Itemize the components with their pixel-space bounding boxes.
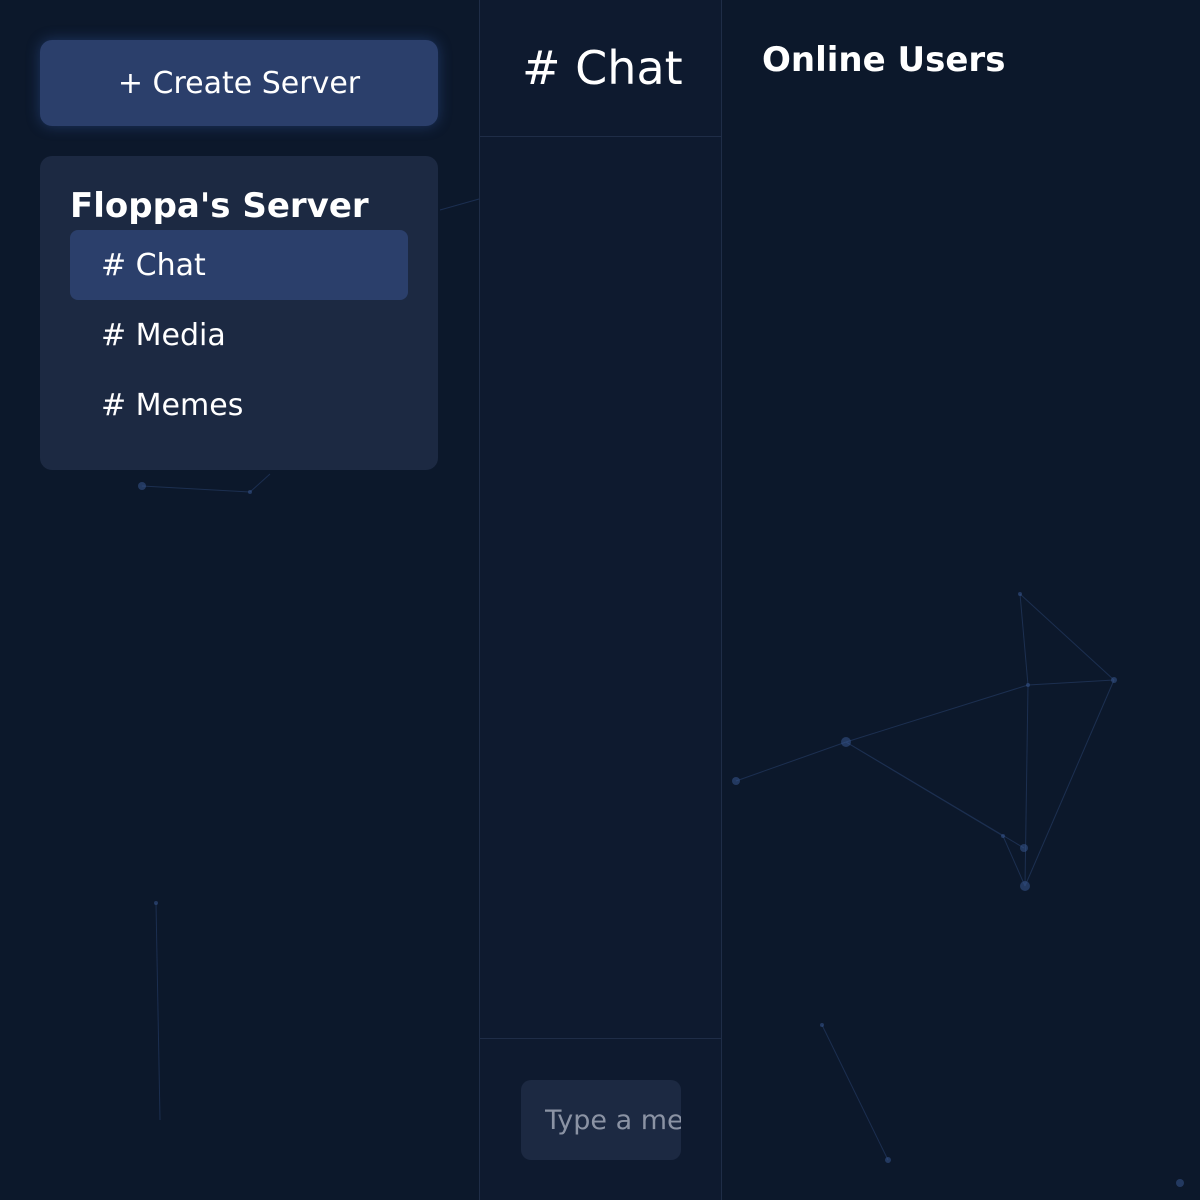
chat-channel-title: # Chat <box>480 0 721 137</box>
create-server-button[interactable]: + Create Server <box>40 40 438 126</box>
message-composer <box>480 1040 721 1200</box>
message-list[interactable] <box>480 138 721 1039</box>
channel-item-media[interactable]: # Media <box>70 300 408 370</box>
chat-panel: # Chat <box>479 0 722 1200</box>
message-input[interactable] <box>521 1080 681 1160</box>
server-name: Floppa's Server <box>70 186 369 226</box>
server-sidebar: + Create Server Floppa's Server # Chat #… <box>0 0 479 1200</box>
app-window: + Create Server Floppa's Server # Chat #… <box>0 0 1200 1200</box>
channel-item-memes[interactable]: # Memes <box>70 370 408 440</box>
online-users-panel: Online Users <box>722 0 1200 1200</box>
channel-item-chat[interactable]: # Chat <box>70 230 408 300</box>
server-card: Floppa's Server # Chat # Media # Memes <box>40 156 438 470</box>
online-users-title: Online Users <box>762 40 1006 80</box>
